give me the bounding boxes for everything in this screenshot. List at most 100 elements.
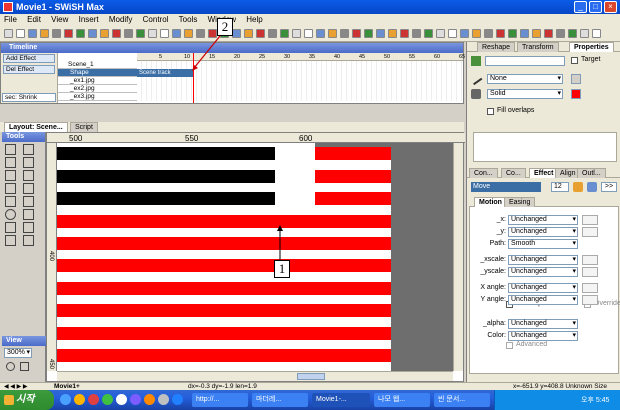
toolbar-icon[interactable]: [88, 29, 97, 38]
toolbar-icon[interactable]: [268, 29, 277, 38]
quick-launch-icon[interactable]: [172, 394, 183, 405]
toolbar-icon[interactable]: [280, 29, 289, 38]
toolbar-icon[interactable]: [400, 29, 409, 38]
quick-launch-icon[interactable]: [130, 394, 141, 405]
toolbar-icon[interactable]: [436, 29, 445, 38]
toolbar-icon[interactable]: [172, 29, 181, 38]
tab-reshape[interactable]: Reshape: [477, 42, 516, 52]
property-number-field[interactable]: [582, 283, 598, 293]
tab-motion[interactable]: Motion: [474, 197, 507, 207]
toolbar-icon[interactable]: [40, 29, 49, 38]
tab-easing[interactable]: Easing: [504, 197, 536, 207]
scale-tool-icon[interactable]: [23, 170, 34, 181]
toolbar-icon[interactable]: [568, 29, 577, 38]
horizontal-scrollbar[interactable]: [57, 371, 453, 381]
task-namo[interactable]: 나모 웹...: [374, 393, 430, 407]
toolbar-icon[interactable]: [64, 29, 73, 38]
toolbar-icon[interactable]: [412, 29, 421, 38]
del-effect-button[interactable]: Del Effect: [3, 65, 55, 74]
target-checkbox[interactable]: [571, 57, 578, 64]
property-select[interactable]: Unchanged: [508, 283, 578, 293]
scene-nav-icon[interactable]: ◀ ◀ ▶ ▶: [4, 383, 27, 390]
advanced-checkbox[interactable]: [506, 342, 513, 349]
toolbar-icon[interactable]: [508, 29, 517, 38]
tab-content[interactable]: Con...: [469, 168, 498, 178]
effect-save-icon[interactable]: [587, 182, 597, 192]
timeline-row-ex3[interactable]: _ex3.jpg: [58, 93, 138, 101]
property-number-field[interactable]: [582, 295, 598, 305]
scene-tab[interactable]: Movie1+: [54, 383, 80, 390]
task-mother[interactable]: 마더레...: [252, 393, 308, 407]
toolbar-icon[interactable]: [328, 29, 337, 38]
toolbar-icon[interactable]: [460, 29, 469, 38]
toolbar-icon[interactable]: [520, 29, 529, 38]
subselect-tool-icon[interactable]: [23, 144, 34, 155]
line-style-select[interactable]: None: [487, 74, 563, 84]
vertical-scrollbar[interactable]: [453, 143, 463, 371]
effect-search-field[interactable]: sec: Shrink: [2, 93, 56, 102]
menu-tools[interactable]: Tools: [179, 15, 198, 24]
menu-file[interactable]: File: [4, 15, 17, 24]
toolbar-icon[interactable]: [244, 29, 253, 38]
property-select[interactable]: Unchanged: [508, 319, 578, 329]
add-effect-button[interactable]: Add Effect: [3, 54, 55, 63]
toolbar-icon[interactable]: [76, 29, 85, 38]
quick-launch-icon[interactable]: [88, 394, 99, 405]
task-browser[interactable]: http://...: [192, 393, 248, 407]
bezier-tool-icon[interactable]: [23, 196, 34, 207]
toolbar-icon[interactable]: [136, 29, 145, 38]
toolbar-icon[interactable]: [304, 29, 313, 38]
tab-script[interactable]: Script: [70, 122, 98, 132]
property-select[interactable]: Unchanged: [508, 331, 578, 341]
effect-lock-icon[interactable]: [573, 182, 583, 192]
menu-insert[interactable]: Insert: [79, 15, 99, 24]
toolbar-icon[interactable]: [316, 29, 325, 38]
property-select[interactable]: Unchanged: [508, 255, 578, 265]
toolbar-icon[interactable]: [148, 29, 157, 38]
toolbar-icon[interactable]: [472, 29, 481, 38]
menu-view[interactable]: View: [51, 15, 68, 24]
toolbar-icon[interactable]: [292, 29, 301, 38]
frame-grid[interactable]: Scene track: [137, 61, 463, 101]
scene-track-bar[interactable]: Scene track: [137, 69, 193, 77]
minimize-button[interactable]: _: [574, 1, 587, 13]
menu-edit[interactable]: Edit: [27, 15, 41, 24]
toolbar-icon[interactable]: [256, 29, 265, 38]
property-select[interactable]: Unchanged: [508, 267, 578, 277]
toolbar-icon[interactable]: [388, 29, 397, 38]
effect-expand-icon[interactable]: >>: [601, 182, 617, 192]
timeline-row-ex2[interactable]: _ex2.jpg: [58, 85, 138, 93]
toolbar-icon[interactable]: [340, 29, 349, 38]
toolbar-icon[interactable]: [448, 29, 457, 38]
quick-launch-icon[interactable]: [144, 394, 155, 405]
motion-path-icon[interactable]: [23, 157, 34, 168]
timeline-row-shape[interactable]: Shape: [58, 69, 138, 77]
zoom-select[interactable]: 300%: [4, 348, 32, 358]
toolbar-icon[interactable]: [352, 29, 361, 38]
property-number-field[interactable]: [582, 215, 598, 225]
stage-canvas[interactable]: [57, 143, 453, 371]
toolbar-icon[interactable]: [28, 29, 37, 38]
frame-ruler[interactable]: 5 10 15 20 25 30 35 40 45 50 55 60 65: [137, 53, 465, 61]
ellipse-tool-icon[interactable]: [5, 209, 16, 220]
tab-transform[interactable]: Transform: [517, 42, 559, 52]
toolbar-icon[interactable]: [592, 29, 601, 38]
property-select[interactable]: Unchanged: [508, 295, 578, 305]
tab-layout[interactable]: Layout: Scene...: [4, 122, 68, 132]
property-number-field[interactable]: [582, 227, 598, 237]
effect-name-field[interactable]: Move: [471, 182, 541, 192]
toolbar-icon[interactable]: [496, 29, 505, 38]
timeline-row-scene[interactable]: Scene_1: [58, 61, 138, 69]
text-tool-icon[interactable]: [5, 183, 16, 194]
zoom-in-icon[interactable]: [6, 362, 15, 371]
toolbar-icon[interactable]: [532, 29, 541, 38]
maximize-button[interactable]: □: [589, 1, 602, 13]
fill-tool-icon[interactable]: [23, 222, 34, 233]
quick-launch-icon[interactable]: [158, 394, 169, 405]
tab-outline[interactable]: Outl...: [577, 168, 606, 178]
autoshape-tool-icon[interactable]: [5, 222, 16, 233]
property-select[interactable]: Unchanged: [508, 215, 578, 225]
property-number-field[interactable]: [582, 255, 598, 265]
quick-launch-icon[interactable]: [60, 394, 71, 405]
task-movie1[interactable]: Movie1-...: [312, 393, 370, 407]
